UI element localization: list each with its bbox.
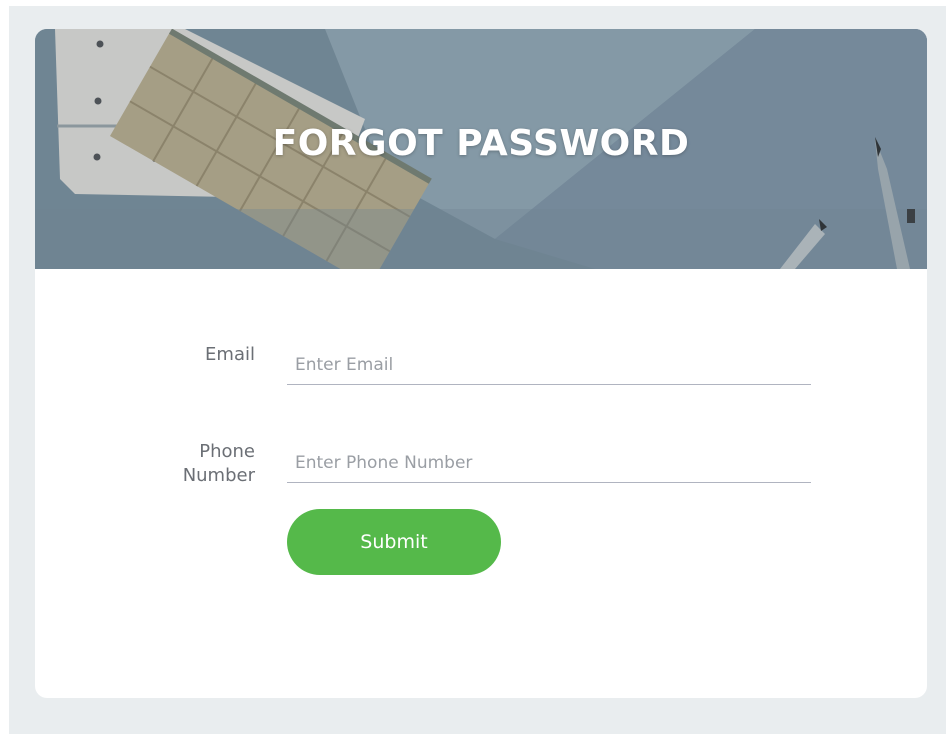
forgot-password-card: FORGOT PASSWORD Email Phone Number Submi…: [35, 29, 927, 698]
email-label: Email: [205, 344, 255, 365]
phone-number-input[interactable]: [287, 443, 811, 483]
phone-number-label: Phone Number: [182, 441, 255, 486]
page-title: FORGOT PASSWORD: [272, 123, 690, 164]
header-banner-image: FORGOT PASSWORD: [35, 29, 927, 269]
email-input[interactable]: [287, 345, 811, 385]
submit-button[interactable]: Submit: [287, 509, 501, 575]
